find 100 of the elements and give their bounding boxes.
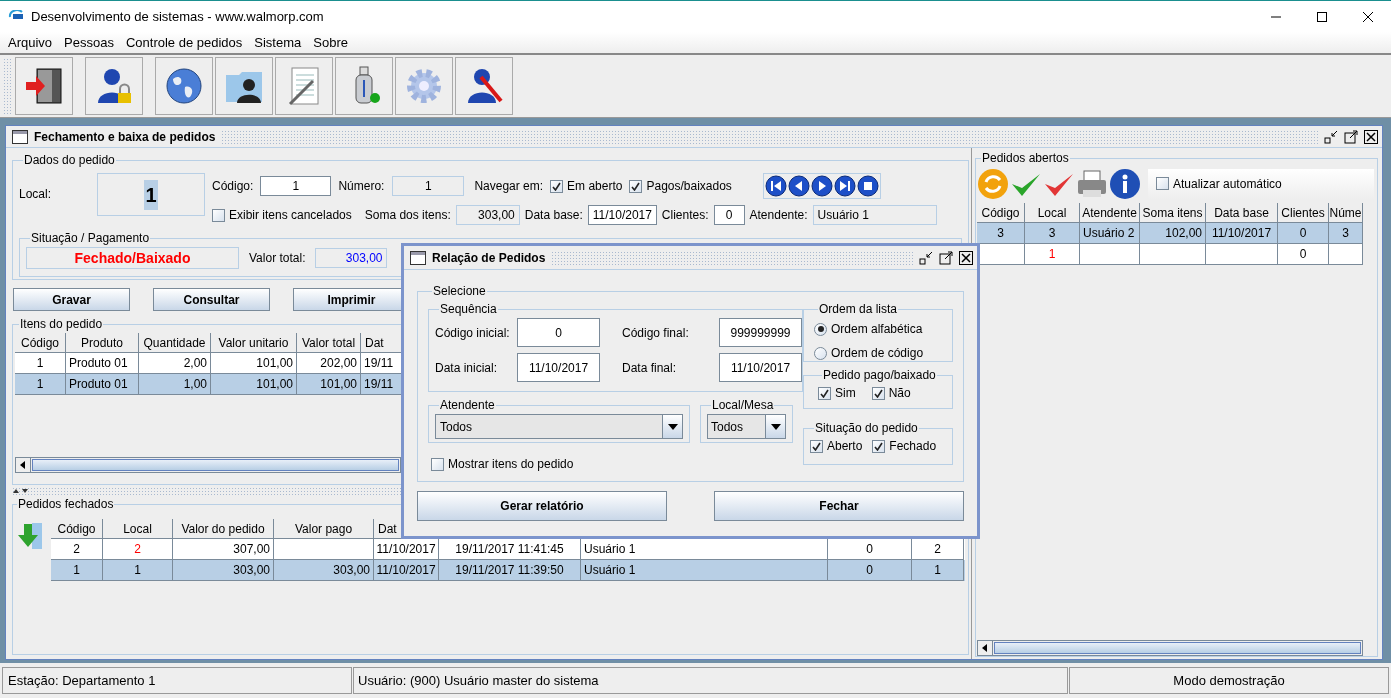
group-title: Pedidos abertos bbox=[981, 150, 1070, 167]
checkbox[interactable] bbox=[818, 386, 831, 400]
table-cell-text: 1 bbox=[36, 376, 44, 393]
input-field[interactable]: 11/10/2017 bbox=[587, 205, 657, 225]
column-header[interactable]: Clientes bbox=[1278, 203, 1329, 223]
maximize-icon bbox=[1317, 11, 1327, 22]
radio-button[interactable] bbox=[814, 322, 827, 336]
toolbar-button[interactable] bbox=[85, 57, 143, 115]
checkbox[interactable] bbox=[431, 457, 444, 471]
toolbar-grip[interactable] bbox=[3, 58, 13, 114]
action-button[interactable]: Gravar bbox=[13, 288, 130, 311]
printer-icon[interactable] bbox=[1076, 167, 1108, 200]
checkbox-label: Aberto bbox=[827, 438, 863, 455]
group-title: Ordem da lista bbox=[818, 301, 899, 318]
maximize-icon[interactable] bbox=[939, 250, 953, 265]
table-dropdown[interactable]: Todos bbox=[707, 414, 786, 439]
column-header[interactable]: Valor do pedido bbox=[173, 519, 274, 539]
table-cell-text: 1 bbox=[134, 562, 141, 579]
iconify-icon[interactable] bbox=[1324, 129, 1338, 144]
window-title: Desenvolvimento de sistemas - www.walmorp.com bbox=[31, 7, 324, 26]
input-field[interactable]: 999999999 bbox=[719, 318, 802, 347]
table-row[interactable]: 1 1 303,00 303,00 11/10/2017 19/11/2017 11:39:50 Usuário 1 0 1 bbox=[51, 560, 965, 581]
table-row[interactable]: 2 2 307,00 11/10/2017 19/11/2017 11:41:45 Usuário 1 0 2 bbox=[51, 539, 965, 560]
globe-icon bbox=[163, 65, 205, 107]
maximize-icon[interactable] bbox=[1344, 129, 1358, 144]
column-header[interactable]: Soma itens bbox=[1140, 203, 1206, 223]
table-row[interactable]: 3 3 Usuário 2 102,00 11/10/2017 0 3 bbox=[977, 223, 1363, 244]
group-title: Selecione bbox=[432, 283, 487, 300]
column-header[interactable]: Produto bbox=[66, 333, 139, 353]
caret-icon bbox=[770, 423, 781, 430]
input-field[interactable]: 1 bbox=[260, 176, 332, 196]
last-record-icon[interactable] bbox=[833, 175, 856, 197]
toolbar-button[interactable] bbox=[215, 57, 273, 115]
table-row[interactable]: 1 Produto 01 2,00 101,00 202,00 19/11 bbox=[15, 353, 401, 374]
input-field[interactable]: 0 bbox=[517, 318, 600, 347]
checkbox[interactable] bbox=[629, 179, 643, 193]
horizontal-scrollbar[interactable] bbox=[15, 457, 401, 473]
checkbox[interactable] bbox=[871, 386, 885, 400]
close-icon[interactable] bbox=[1364, 129, 1378, 144]
left-arrow-icon[interactable] bbox=[982, 644, 988, 652]
table-row[interactable]: 1 Produto 01 1,00 101,00 101,00 19/11 bbox=[15, 374, 401, 395]
stop-icon[interactable] bbox=[856, 175, 879, 197]
checkbox[interactable] bbox=[810, 439, 823, 453]
column-header[interactable]: Quantidade bbox=[139, 333, 211, 353]
table-cell-text: 3 bbox=[1048, 225, 1056, 242]
value-field: 1 bbox=[392, 176, 465, 196]
iconify-icon[interactable] bbox=[919, 250, 933, 265]
column-header[interactable]: Código bbox=[977, 203, 1025, 223]
checkbox[interactable] bbox=[1156, 177, 1169, 190]
table-cell-text: 2 bbox=[134, 541, 141, 558]
menu-item[interactable]: Controle de pedidos bbox=[125, 32, 243, 53]
table-cell-text: 1 bbox=[73, 562, 80, 579]
action-button[interactable]: Gerar relatório bbox=[417, 491, 667, 521]
column-header[interactable]: Local bbox=[103, 519, 173, 539]
left-arrow-icon[interactable] bbox=[20, 461, 26, 469]
checkbox[interactable] bbox=[212, 208, 225, 222]
table-cell-text: Usuário 1 bbox=[584, 541, 636, 558]
table-row[interactable]: 1 0 bbox=[977, 244, 1363, 265]
menu-item[interactable]: Arquivo bbox=[8, 32, 53, 53]
horizontal-scrollbar[interactable] bbox=[977, 640, 1363, 656]
column-header[interactable]: Data base bbox=[1206, 203, 1278, 223]
menu-item[interactable]: Sistema bbox=[254, 32, 302, 53]
column-header[interactable]: Núme bbox=[1329, 203, 1363, 223]
menu-item[interactable]: Pessoas bbox=[64, 32, 114, 53]
attendant-dropdown[interactable]: Todos bbox=[435, 414, 683, 439]
input-field[interactable]: 0 bbox=[713, 205, 745, 225]
column-header[interactable]: Local bbox=[1025, 203, 1080, 223]
table-cell-text: 3 bbox=[1342, 225, 1349, 242]
radio-label: Ordem de código bbox=[831, 345, 924, 362]
menu-item[interactable]: Sobre bbox=[313, 32, 348, 53]
table-cell-text: 19/11 bbox=[364, 376, 394, 393]
previous-icon[interactable] bbox=[787, 175, 810, 197]
column-header[interactable]: Código bbox=[15, 333, 66, 353]
toolbar-button[interactable] bbox=[455, 57, 513, 115]
action-button[interactable]: Consultar bbox=[153, 288, 270, 311]
frame-title: Fechamento e baixa de pedidos bbox=[34, 128, 216, 146]
column-header[interactable]: Valor pago bbox=[274, 519, 374, 539]
table-cell-text: 1 bbox=[36, 355, 44, 372]
table-cell-text: Usuário 2 bbox=[1083, 225, 1135, 242]
next-icon[interactable] bbox=[810, 175, 833, 197]
column-header[interactable]: Atendente bbox=[1080, 203, 1140, 223]
value-field: Usuário 1 bbox=[812, 205, 937, 225]
checkbox[interactable] bbox=[550, 179, 564, 193]
table-cell-text: 101,00 bbox=[320, 376, 357, 393]
toolbar-button[interactable] bbox=[15, 57, 73, 115]
column-header[interactable]: Código bbox=[51, 519, 103, 539]
table-cell-text: Produto 01 bbox=[69, 376, 128, 393]
first-record-icon[interactable] bbox=[764, 175, 787, 197]
action-button[interactable]: Fechar bbox=[714, 491, 964, 521]
table-cell-text: 0 bbox=[866, 541, 873, 558]
input-field[interactable]: 11/10/2017 bbox=[517, 353, 600, 382]
checkbox[interactable] bbox=[872, 439, 886, 453]
column-header[interactable]: Valor unitario bbox=[211, 333, 297, 353]
field-label: Data final: bbox=[622, 359, 678, 377]
radio-button[interactable] bbox=[814, 346, 827, 360]
input-field[interactable]: 11/10/2017 bbox=[719, 353, 802, 382]
window-icon bbox=[12, 129, 28, 144]
column-header[interactable]: Valor total bbox=[297, 333, 361, 353]
close-icon[interactable] bbox=[959, 250, 973, 265]
info-icon[interactable] bbox=[1109, 167, 1141, 200]
